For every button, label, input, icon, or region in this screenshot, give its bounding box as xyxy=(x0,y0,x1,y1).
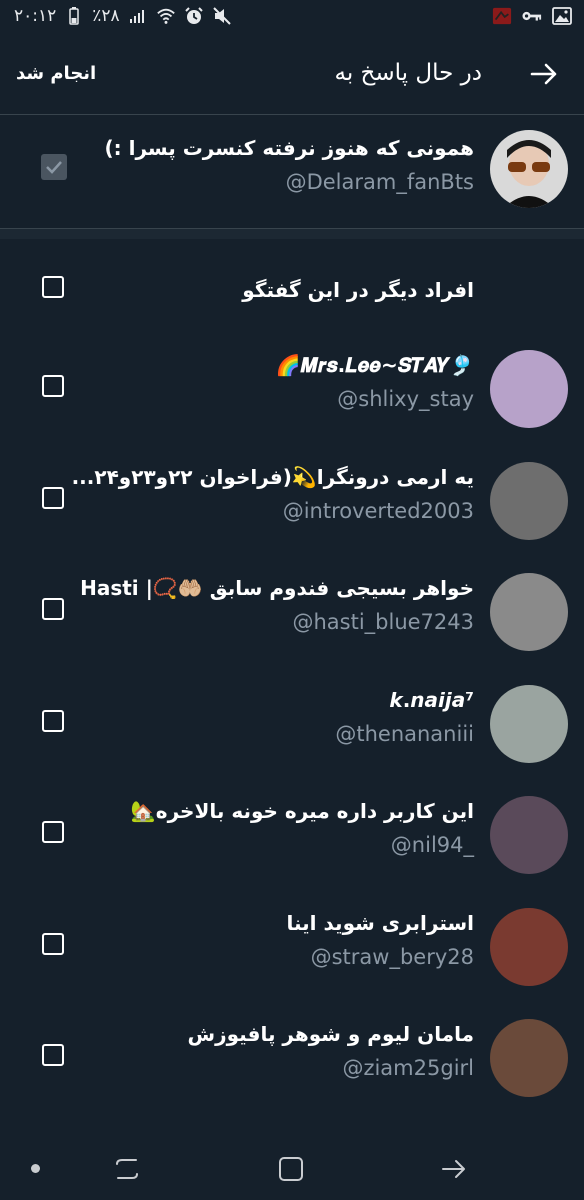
avatar xyxy=(490,461,568,540)
header: انجام شد در حال پاسخ به xyxy=(0,36,584,115)
section-divider xyxy=(0,228,584,239)
status-time: ۲۰:۱۲ xyxy=(14,6,57,26)
user-row-3[interactable]: خواهر بسیجی فندوم سابق 🤲🏼📿| 𝗛𝗮𝘀𝘁𝗶 @hasti… xyxy=(0,556,584,667)
status-bar: ۲۰:۱۲ ٪۲۸ xyxy=(0,0,584,36)
user-row-7[interactable]: مامان لیوم و شوهر پافیوزش @ziam25girl xyxy=(0,1002,584,1113)
checkmark-icon xyxy=(46,161,62,174)
user-name: استرابری شوید اینا xyxy=(286,910,475,935)
signal-icon xyxy=(128,6,148,26)
avatar xyxy=(490,796,568,874)
avatar xyxy=(490,130,568,208)
user-name: خواهر بسیجی فندوم سابق 🤲🏼📿| 𝗛𝗮𝘀𝘁𝗶 xyxy=(80,576,474,600)
user-name: 𝙠.𝙣𝙖𝙞𝙟𝙖⁷ xyxy=(389,687,474,712)
user-handle: @thenananiii xyxy=(335,721,474,746)
select-all-checkbox[interactable] xyxy=(42,276,64,298)
system-nav-bar xyxy=(0,1140,584,1200)
user-row-6[interactable]: استرابری شوید اینا @straw_bery28 xyxy=(0,891,584,1002)
nav-dot-indicator xyxy=(31,1164,40,1173)
user-row-5[interactable]: این کاربر داره میره خونه بالاخره🏡 @nil94… xyxy=(0,779,584,890)
user-name: 🎐𝑴𝒓𝒔.𝑳𝒆𝒆~𝑺𝑻𝑨𝒀🌈 xyxy=(275,353,474,377)
done-button[interactable]: انجام شد xyxy=(16,63,96,84)
avatar xyxy=(490,350,568,428)
user-row-4[interactable]: 𝙠.𝙣𝙖𝙞𝙟𝙖⁷ @thenananiii xyxy=(0,668,584,779)
user-row-2[interactable]: یه ارمی درونگرا💫(فراخوان ۲۲و۲۳و۲۴... @in… xyxy=(0,445,584,556)
recipient-name: همونی که هنوز نرفته کنسرت پسرا :) xyxy=(104,136,474,160)
battery-icon xyxy=(64,6,84,26)
avatar xyxy=(490,684,568,763)
avatar xyxy=(490,907,568,986)
user-name: این کاربر داره میره خونه بالاخره🏡 xyxy=(130,799,474,823)
user-checkbox[interactable] xyxy=(42,486,64,509)
alarm-icon xyxy=(184,6,204,26)
user-handle: @shlixy_stay xyxy=(337,387,474,411)
recents-button[interactable] xyxy=(112,1154,142,1184)
avatar xyxy=(490,1019,568,1097)
others-label: افراد دیگر در این گفتگو xyxy=(242,278,474,302)
user-checkbox[interactable] xyxy=(42,375,64,397)
user-checkbox[interactable] xyxy=(42,1044,64,1066)
status-right xyxy=(492,6,572,26)
back-arrow-icon xyxy=(442,1160,465,1178)
app-notification-icon xyxy=(492,6,512,26)
user-handle: @nil94_ xyxy=(390,833,474,857)
status-left: ۲۰:۱۲ ٪۲۸ xyxy=(14,6,232,26)
avatar xyxy=(490,573,568,651)
recipient-checkbox[interactable] xyxy=(41,154,67,180)
image-icon xyxy=(552,6,572,26)
user-name: یه ارمی درونگرا💫(فراخوان ۲۲و۲۳و۲۴... xyxy=(71,464,474,489)
recipient-handle: @Delaram_fanBts xyxy=(285,170,474,194)
home-icon xyxy=(279,1157,303,1181)
reply-recipient[interactable]: همونی که هنوز نرفته کنسرت پسرا :) @Delar… xyxy=(0,114,584,228)
user-handle: @introverted2003 xyxy=(282,498,474,523)
user-handle: @hasti_blue7243 xyxy=(292,610,474,634)
battery-percent: ٪۲۸ xyxy=(92,6,120,26)
user-checkbox[interactable] xyxy=(42,821,64,843)
recents-icon xyxy=(116,1159,138,1179)
wifi-icon xyxy=(156,6,176,26)
user-row-1[interactable]: 🎐𝑴𝒓𝒔.𝑳𝒆𝒆~𝑺𝑻𝑨𝒀🌈 @shlixy_stay xyxy=(0,333,584,444)
mute-icon xyxy=(212,6,232,26)
arrow-right-icon xyxy=(530,63,557,85)
user-name: مامان لیوم و شوهر پافیوزش xyxy=(187,1022,474,1046)
user-checkbox[interactable] xyxy=(42,932,64,955)
home-button[interactable] xyxy=(276,1154,306,1184)
user-checkbox[interactable] xyxy=(42,709,64,732)
back-nav-button[interactable] xyxy=(440,1154,470,1184)
back-button[interactable] xyxy=(528,58,560,90)
user-checkbox[interactable] xyxy=(42,598,64,620)
key-icon xyxy=(522,6,542,26)
user-handle: @straw_bery28 xyxy=(310,944,474,969)
page-title: در حال پاسخ به xyxy=(334,60,482,86)
user-handle: @ziam25girl xyxy=(342,1056,474,1080)
